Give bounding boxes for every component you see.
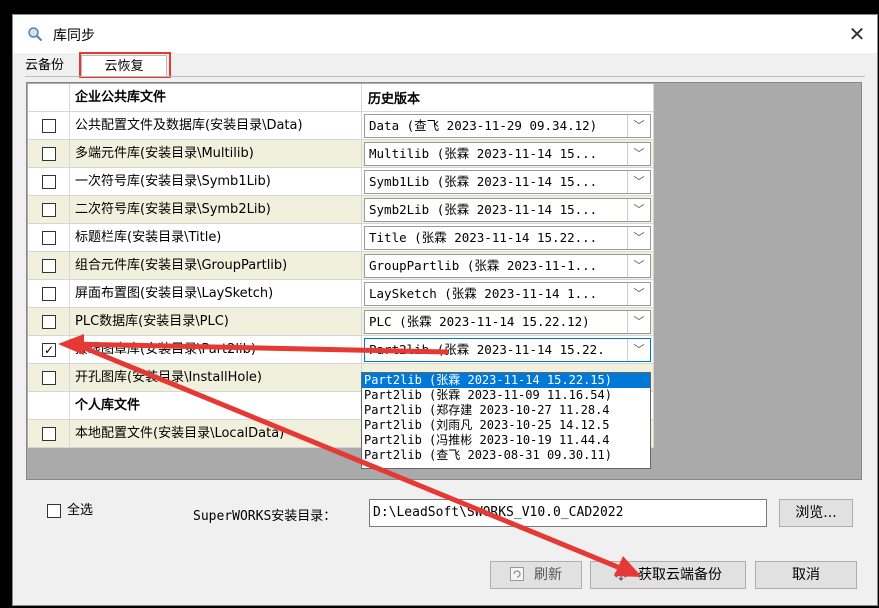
search-icon bbox=[28, 27, 43, 42]
row-checkbox[interactable] bbox=[42, 259, 56, 273]
window-title: 库同步 bbox=[53, 28, 95, 44]
version-select[interactable]: Symb2Lib (张霖 2023-11-14 15... ﹀ bbox=[364, 198, 651, 222]
library-name: 公共配置文件及数据库(安装目录\Data) bbox=[70, 112, 362, 140]
dropdown-option[interactable]: Part2lib (冯推彬 2023-10-19 11.44.4 bbox=[362, 433, 650, 448]
library-name: 开孔图库(安装目录\InstallHole) bbox=[70, 364, 362, 392]
row-checkbox[interactable] bbox=[42, 315, 56, 329]
header-check-cell bbox=[28, 84, 70, 112]
library-name: 屏面布置图(安装目录\LaySketch) bbox=[70, 280, 362, 308]
select-all-label: 全选 bbox=[67, 503, 94, 518]
library-name: 一次符号库(安装目录\Symb1Lib) bbox=[70, 168, 362, 196]
refresh-button[interactable]: 刷新 bbox=[490, 561, 582, 589]
table-row: 一次符号库(安装目录\Symb1Lib) Symb1Lib (张霖 2023-1… bbox=[28, 168, 654, 196]
row-checkbox[interactable]: ✓ bbox=[42, 343, 56, 357]
library-name: 组合元件库(安装目录\GroupPartlib) bbox=[70, 252, 362, 280]
row-checkbox[interactable] bbox=[42, 427, 56, 441]
tab-cloud-backup[interactable]: 云备份 bbox=[25, 55, 73, 77]
library-name: 本地配置文件(安装目录\LocalData) bbox=[70, 420, 362, 448]
version-select[interactable]: Multilib (张霖 2023-11-14 15... ﹀ bbox=[364, 142, 651, 166]
row-checkbox[interactable] bbox=[42, 371, 56, 385]
chevron-down-icon[interactable]: ﹀ bbox=[627, 171, 650, 193]
fetch-cloud-backup-button[interactable]: 获取云端备份 bbox=[590, 561, 746, 589]
library-name: 多端元件库(安装目录\Multilib) bbox=[70, 140, 362, 168]
install-dir-field[interactable]: D:\LeadSoft\SWORKS_V10.0_CAD2022 bbox=[369, 499, 767, 527]
grid-header-row: 企业公共库文件 历史版本 bbox=[28, 84, 654, 112]
dropdown-option[interactable]: Part2lib (张霖 2023-11-09 11.16.54) bbox=[362, 388, 650, 403]
version-select[interactable]: Title (张霖 2023-11-14 15.22... ﹀ bbox=[364, 226, 651, 250]
refresh-icon bbox=[510, 567, 524, 581]
row-checkbox[interactable] bbox=[42, 147, 56, 161]
table-row: PLC数据库(安装目录\PLC) PLC (张霖 2023-11-14 15.2… bbox=[28, 308, 654, 336]
chevron-down-icon[interactable]: ﹀ bbox=[627, 115, 650, 137]
library-name: 二次符号库(安装目录\Symb2Lib) bbox=[70, 196, 362, 224]
row-checkbox[interactable] bbox=[42, 203, 56, 217]
chevron-down-icon[interactable]: ﹀ bbox=[627, 311, 650, 333]
tab-divider bbox=[25, 76, 865, 77]
row-checkbox[interactable] bbox=[42, 287, 56, 301]
dropdown-option[interactable]: Part2lib (郑存建 2023-10-27 11.28.4 bbox=[362, 403, 650, 418]
library-name: 标题栏库(安装目录\Title) bbox=[70, 224, 362, 252]
dropdown-option[interactable]: Part2lib (刘雨凡 2023-10-25 14.12.5 bbox=[362, 418, 650, 433]
install-dir-label: SuperWORKS安装目录： bbox=[193, 509, 337, 524]
version-select[interactable]: GroupPartlib (张霖 2023-11-1... ﹀ bbox=[364, 254, 651, 278]
library-sync-dialog: 库同步 ✕ 云备份 云恢复 企业公共库文件 历史版本 公共配置文件及数据库(安装… bbox=[12, 14, 878, 606]
version-select[interactable]: Symb1Lib (张霖 2023-11-14 15... ﹀ bbox=[364, 170, 651, 194]
dropdown-option[interactable]: Part2lib (张霖 2023-11-14 15.22.15) bbox=[362, 373, 650, 388]
browse-button[interactable]: 浏览... bbox=[779, 499, 853, 527]
highlight-box bbox=[79, 52, 171, 78]
chevron-down-icon[interactable]: ﹀ bbox=[627, 227, 650, 249]
table-row: 多端元件库(安装目录\Multilib) Multilib (张霖 2023-1… bbox=[28, 140, 654, 168]
library-name: PLC数据库(安装目录\PLC) bbox=[70, 308, 362, 336]
cancel-button[interactable]: 取消 bbox=[755, 561, 857, 589]
dropdown-option[interactable]: Part2lib (查飞 2023-08-31 09.30.11) bbox=[362, 448, 650, 463]
library-name: 接线图章库(安装目录\Part2lib) bbox=[70, 336, 362, 364]
table-row: 公共配置文件及数据库(安装目录\Data) Data (查飞 2023-11-2… bbox=[28, 112, 654, 140]
refresh-label: 刷新 bbox=[534, 567, 562, 583]
version-dropdown-list[interactable]: Part2lib (张霖 2023-11-14 15.22.15) Part2l… bbox=[361, 372, 651, 469]
row-checkbox[interactable] bbox=[42, 119, 56, 133]
chevron-down-icon[interactable]: ﹀ bbox=[627, 339, 650, 361]
chevron-down-icon[interactable]: ﹀ bbox=[627, 199, 650, 221]
table-row: 屏面布置图(安装目录\LaySketch) LaySketch (张霖 2023… bbox=[28, 280, 654, 308]
chevron-down-icon[interactable]: ﹀ bbox=[627, 255, 650, 277]
version-select[interactable]: PLC (张霖 2023-11-14 15.22.12) ﹀ bbox=[364, 310, 651, 334]
row-checkbox[interactable] bbox=[42, 175, 56, 189]
cloud-download-icon bbox=[614, 568, 628, 581]
table-row: 标题栏库(安装目录\Title) Title (张霖 2023-11-14 15… bbox=[28, 224, 654, 252]
fetch-label: 获取云端备份 bbox=[638, 567, 722, 583]
version-select[interactable]: LaySketch (张霖 2023-11-14 1... ﹀ bbox=[364, 282, 651, 306]
header-library-name: 企业公共库文件 bbox=[70, 84, 362, 112]
header-history-version: 历史版本 bbox=[362, 84, 654, 112]
version-select[interactable]: Data (查飞 2023-11-29 09.34.12) ﹀ bbox=[364, 114, 651, 138]
title-bar: 库同步 ✕ bbox=[13, 15, 877, 53]
select-all-checkbox[interactable] bbox=[47, 504, 61, 518]
close-button[interactable]: ✕ bbox=[841, 19, 873, 49]
chevron-down-icon[interactable]: ﹀ bbox=[627, 283, 650, 305]
version-select[interactable]: Part2lib (张霖 2023-11-14 15.22. ﹀ bbox=[364, 338, 651, 362]
table-row: 组合元件库(安装目录\GroupPartlib) GroupPartlib (张… bbox=[28, 252, 654, 280]
table-row: 二次符号库(安装目录\Symb2Lib) Symb2Lib (张霖 2023-1… bbox=[28, 196, 654, 224]
chevron-down-icon[interactable]: ﹀ bbox=[627, 143, 650, 165]
section-personal-library: 个人库文件 bbox=[70, 392, 362, 420]
row-checkbox[interactable] bbox=[42, 231, 56, 245]
table-row: ✓ 接线图章库(安装目录\Part2lib) Part2lib (张霖 2023… bbox=[28, 336, 654, 364]
